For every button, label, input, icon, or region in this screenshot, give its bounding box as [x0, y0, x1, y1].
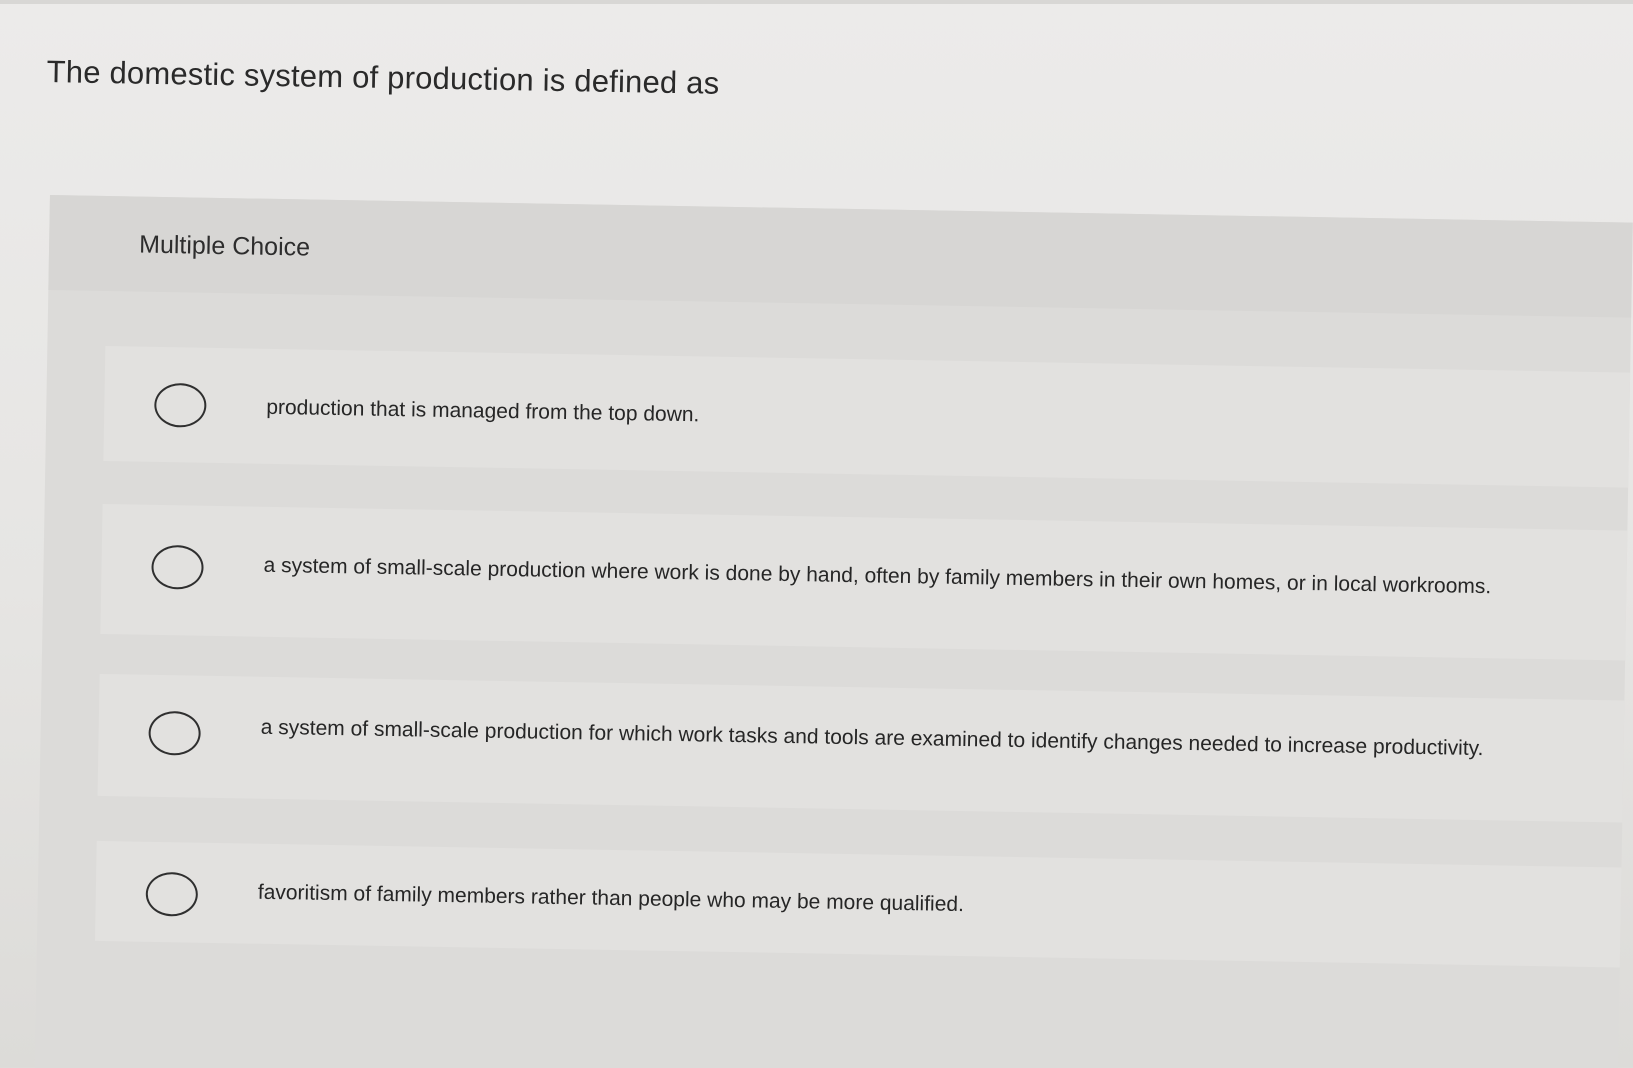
- answer-option-text: production that is managed from the top …: [266, 395, 700, 427]
- answer-option-2[interactable]: a system of small-scale production where…: [100, 503, 1628, 661]
- answer-option-3[interactable]: a system of small-scale production for w…: [97, 673, 1625, 823]
- radio-button-icon[interactable]: [145, 871, 199, 917]
- radio-button-icon[interactable]: [148, 710, 202, 756]
- radio-button-icon[interactable]: [151, 544, 204, 590]
- answer-option-text: a system of small-scale production for w…: [260, 715, 1484, 761]
- question-text: The domestic system of production is def…: [46, 54, 720, 101]
- multiple-choice-header: Multiple Choice: [48, 195, 1633, 318]
- answer-option-1[interactable]: production that is managed from the top …: [103, 345, 1631, 488]
- question-type-label: Multiple Choice: [138, 230, 311, 262]
- radio-button-icon[interactable]: [153, 382, 207, 428]
- answer-option-text: favoritism of family members rather than…: [257, 880, 965, 917]
- answer-option-4[interactable]: favoritism of family members rather than…: [94, 840, 1622, 968]
- answer-option-text: a system of small-scale production where…: [263, 553, 1492, 599]
- multiple-choice-panel: Multiple Choice production that is manag…: [34, 195, 1633, 1068]
- top-border-strip: [0, 0, 1633, 4]
